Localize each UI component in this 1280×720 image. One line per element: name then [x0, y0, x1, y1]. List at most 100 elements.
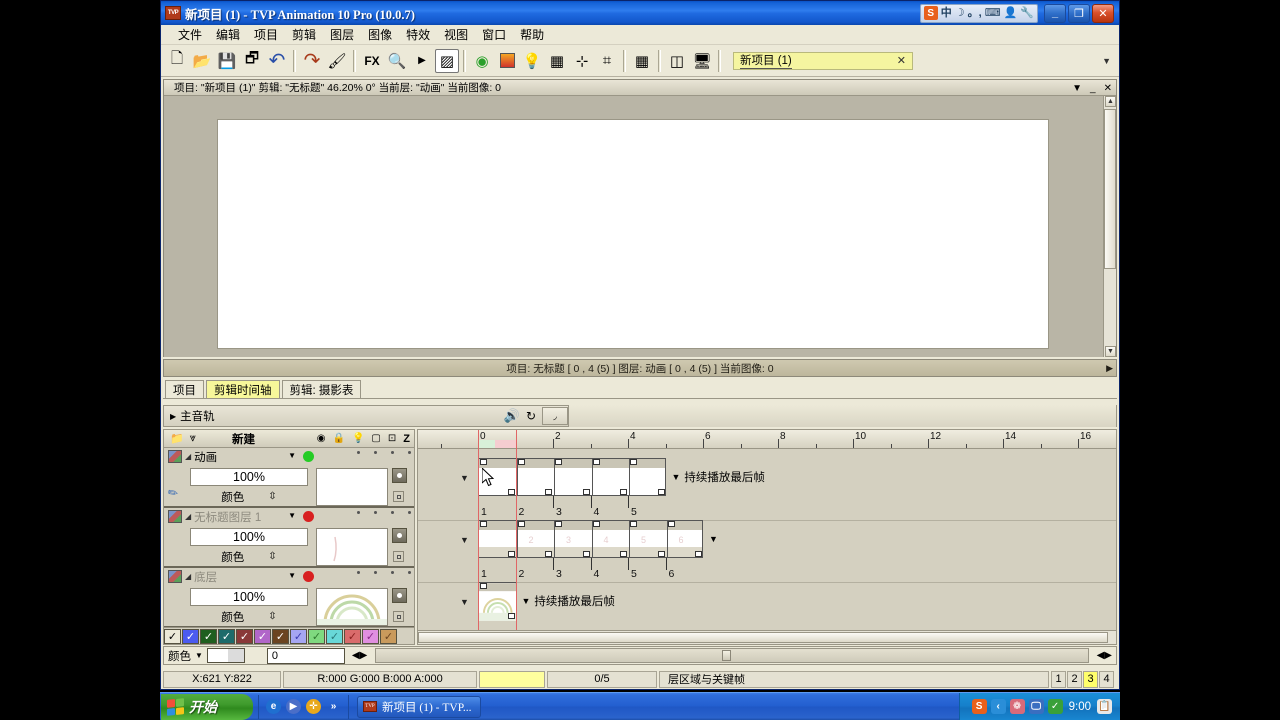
timeline-clip[interactable] [478, 582, 517, 621]
security-shield-icon[interactable]: ✓ [1047, 699, 1063, 714]
menu-file[interactable]: 文件 [171, 24, 209, 45]
menu-project[interactable]: 项目 [247, 24, 285, 45]
project-info-arrow-icon[interactable]: ▶ [1106, 363, 1113, 374]
lock-icon[interactable]: 🔒 [333, 433, 345, 444]
new-document-icon[interactable]: 🗋 [165, 49, 189, 73]
layer-menu-caret-icon[interactable]: ▼ [288, 451, 296, 460]
color-bar-arrow-icon[interactable]: ◀▶ [1097, 650, 1116, 661]
menu-image[interactable]: 图像 [361, 24, 399, 45]
layer-preview-thumbnail[interactable] [316, 588, 388, 626]
layer-collapse-icon[interactable]: ◢ [185, 572, 191, 581]
exposure-sheet-icon[interactable]: ▦ [545, 49, 569, 73]
audio-loop-icon[interactable]: ↻ [526, 409, 536, 423]
viewer-scroll-thumb[interactable] [1104, 109, 1116, 269]
back-icon[interactable]: ‹ [990, 699, 1006, 714]
undo-icon[interactable]: ↶ [265, 49, 289, 73]
layer-visibility-swatch[interactable]: ✓ [308, 628, 325, 644]
layer-visibility-swatch[interactable]: ✓ [200, 628, 217, 644]
layer-select-button[interactable] [392, 528, 407, 543]
notification-icon[interactable]: 📋 [1097, 699, 1112, 714]
layer-opacity-field[interactable]: 100% [190, 528, 308, 546]
layer-visibility-swatch[interactable]: ✓ [344, 628, 361, 644]
new-layer-button[interactable]: 新建 [232, 431, 255, 447]
layer-blend-mode-selector[interactable]: 颜色 ⇳ [190, 488, 308, 505]
timeline-scroll-thumb[interactable] [418, 632, 1108, 643]
menu-help[interactable]: 帮助 [513, 24, 551, 45]
open-folder-icon[interactable]: 📂 [190, 49, 214, 73]
layer-visibility-swatch[interactable]: ✓ [290, 628, 307, 644]
sogou-ime-logo-icon[interactable]: S [923, 6, 938, 20]
timeline-clip[interactable]: 2 3 4 5 6 [478, 520, 703, 558]
viewer-caret-icon[interactable]: ▼ [1072, 83, 1082, 94]
page-button-3[interactable]: 3 [1083, 670, 1098, 688]
folder-icon[interactable]: 📁 [164, 432, 184, 445]
update-icon[interactable]: ✛ [306, 699, 321, 714]
sogou-icon[interactable]: S [971, 699, 987, 714]
menu-edit[interactable]: 编辑 [209, 24, 247, 45]
viewer-close-icon[interactable]: ✕ [1104, 83, 1112, 94]
internet-explorer-icon[interactable]: e [266, 699, 281, 714]
current-color-swatch[interactable] [206, 648, 245, 663]
menu-effects[interactable]: 特效 [399, 24, 437, 45]
layer-toggle-dots[interactable] [357, 451, 411, 454]
ime-mode-icon[interactable]: 中 [941, 7, 952, 19]
track-expander-icon[interactable]: ▼ [460, 597, 469, 607]
menu-layer[interactable]: 图层 [323, 24, 361, 45]
media-player-icon[interactable]: ▶ [286, 699, 301, 714]
loop-caret-icon[interactable]: ▼ [709, 534, 718, 544]
layer-visibility-swatch[interactable]: ✓ [380, 628, 397, 644]
layer-blend-mode-selector[interactable]: 颜色 ⇳ [190, 608, 308, 625]
taskbar-item-tvp[interactable]: TVP 新项目 (1) - TVP... [357, 695, 482, 718]
layer-select-button[interactable] [392, 588, 407, 603]
timeline-ruler[interactable]: 0 2 4 6 8 10 12 14 16 [418, 430, 1116, 449]
maximize-button[interactable]: ❐ [1068, 3, 1090, 23]
layer-blend-stepper-icon[interactable]: ⇳ [268, 491, 276, 502]
color-slider-track[interactable] [375, 648, 1089, 663]
track-loop-group[interactable]: ▼ 持续播放最后帧 [522, 593, 615, 609]
loop-caret-icon[interactable]: ▼ [522, 596, 531, 606]
ime-toolbar[interactable]: S 中 ☽ 。, ⌨ 👤 🔧 [919, 3, 1038, 23]
layer-blend-mode-selector[interactable]: 颜色 ⇳ [190, 548, 308, 565]
track-expander-icon[interactable]: ▼ [460, 535, 469, 545]
project-tab-close-icon[interactable]: ✕ [897, 54, 906, 67]
layer-menu-caret-icon[interactable]: ▼ [288, 511, 296, 520]
playhead-range-indicator[interactable] [478, 440, 516, 448]
eye-icon[interactable]: ◉ [317, 433, 326, 444]
tab-project[interactable]: 项目 [165, 380, 204, 398]
gradient-icon[interactable] [495, 49, 519, 73]
ime-tools-icon[interactable]: 🔧 [1020, 7, 1034, 19]
play-icon[interactable]: ▶ [410, 49, 434, 73]
display-icon[interactable]: 🖵 [1028, 699, 1044, 714]
chevron-more-icon[interactable]: » [326, 699, 341, 714]
close-button[interactable]: ✕ [1092, 3, 1114, 23]
light-bulb-icon[interactable]: 💡 [520, 49, 544, 73]
pencil-icon[interactable]: ✎ [165, 484, 181, 501]
track-loop-group[interactable]: ▼ 持续播放最后帧 [672, 469, 765, 485]
brush-icon[interactable]: 🖌 [325, 49, 349, 73]
network-icon[interactable]: ❁ [1009, 699, 1025, 714]
page-button-1[interactable]: 1 [1051, 670, 1066, 688]
speaker-icon[interactable]: 🔊 [504, 408, 520, 424]
menu-view[interactable]: 视图 [437, 24, 475, 45]
master-audio-track-name-group[interactable]: ▶ 主音轨 [164, 408, 402, 424]
layer-extra-button[interactable] [393, 611, 404, 622]
ime-user-icon[interactable]: 👤 [1004, 7, 1018, 19]
color-value-input[interactable]: 0 [266, 647, 345, 664]
merge-layers-icon[interactable]: ⩔ [184, 432, 196, 445]
audio-track-expander-icon[interactable]: ▶ [170, 412, 176, 421]
timeline-track[interactable]: ▼ 2 3 4 5 6 1 2 3 4 5 6 ▼ [418, 520, 1116, 580]
layers-icon[interactable]: ▨ [435, 48, 459, 73]
layer-visibility-swatch[interactable]: ✓ [164, 628, 181, 644]
layer-status-dot[interactable] [303, 451, 314, 462]
loop-caret-icon[interactable]: ▼ [672, 472, 681, 482]
layer-toggle-dots[interactable] [357, 571, 411, 574]
layer-collapse-icon[interactable]: ◢ [185, 512, 191, 521]
page-button-4[interactable]: 4 [1099, 670, 1114, 688]
scroll-up-icon[interactable]: ▲ [1105, 96, 1116, 107]
master-audio-track-header[interactable]: ▶ 主音轨 🔊 ↻ ◞ [163, 405, 1117, 427]
layer-toggle-dots[interactable] [357, 511, 411, 514]
layer-row[interactable]: ◢ 无标题图层 1 ▼ 100% 颜色 ⇳ [164, 508, 414, 568]
layer-opacity-field[interactable]: 100% [190, 588, 308, 606]
layer-blend-stepper-icon[interactable]: ⇳ [268, 611, 276, 622]
scroll-down-icon[interactable]: ▼ [1105, 346, 1116, 357]
